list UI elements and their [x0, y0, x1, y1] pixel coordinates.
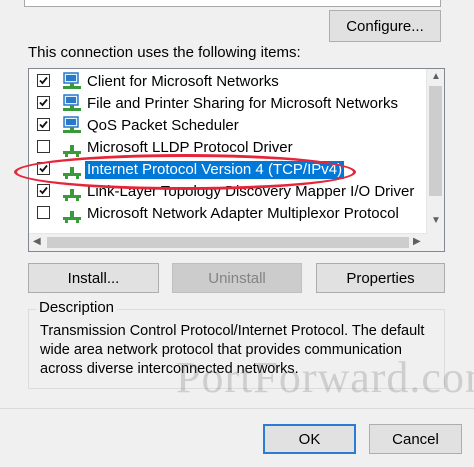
scroll-left-icon[interactable]: ◀ — [33, 237, 41, 247]
description-text: Transmission Control Protocol/Internet P… — [40, 323, 425, 377]
item-checkbox[interactable] — [37, 96, 50, 109]
scroll-down-icon[interactable]: ▼ — [431, 216, 441, 226]
cancel-button[interactable]: Cancel — [369, 424, 462, 454]
item-checkbox[interactable] — [37, 162, 50, 175]
list-item[interactable]: Internet Protocol Version 4 (TCP/IPv4) — [29, 159, 425, 181]
description-title: Description — [36, 299, 118, 316]
network-protocol-icon — [61, 138, 83, 157]
ok-button[interactable]: OK — [263, 424, 356, 454]
connect-using-field — [24, 0, 441, 7]
network-protocol-icon — [61, 182, 83, 201]
checkmark-icon — [39, 186, 48, 195]
item-label: Client for Microsoft Networks — [87, 73, 279, 90]
network-service-icon — [61, 94, 83, 113]
item-checkbox[interactable] — [37, 118, 50, 131]
configure-button[interactable]: Configure... — [329, 10, 441, 42]
checkmark-icon — [39, 98, 48, 107]
item-label: Microsoft LLDP Protocol Driver — [87, 139, 293, 156]
list-item[interactable]: Microsoft LLDP Protocol Driver — [29, 137, 425, 159]
network-protocol-icon — [61, 204, 83, 223]
list-item[interactable]: Microsoft Network Adapter Multiplexor Pr… — [29, 203, 425, 225]
item-checkbox[interactable] — [37, 140, 50, 153]
network-service-icon — [61, 116, 83, 135]
horizontal-scrollbar[interactable]: ◀ ▶ — [29, 233, 427, 251]
item-label: Link-Layer Topology Discovery Mapper I/O… — [87, 183, 415, 200]
list-item[interactable]: QoS Packet Scheduler — [29, 115, 425, 137]
uninstall-button: Uninstall — [172, 263, 302, 293]
footer-separator — [0, 408, 474, 409]
scroll-up-icon[interactable]: ▲ — [431, 72, 441, 82]
scroll-right-icon[interactable]: ▶ — [413, 237, 421, 247]
item-label: Internet Protocol Version 4 (TCP/IPv4) — [85, 161, 345, 179]
list-item[interactable]: Link-Layer Topology Discovery Mapper I/O… — [29, 181, 425, 203]
checkmark-icon — [39, 120, 48, 129]
install-button[interactable]: Install... — [28, 263, 159, 293]
horizontal-scroll-thumb[interactable] — [47, 237, 409, 248]
vertical-scroll-thumb[interactable] — [429, 86, 442, 196]
properties-button[interactable]: Properties — [316, 263, 445, 293]
list-item[interactable]: File and Printer Sharing for Microsoft N… — [29, 93, 425, 115]
item-checkbox[interactable] — [37, 184, 50, 197]
list-item[interactable]: Client for Microsoft Networks — [29, 71, 425, 93]
item-label: Microsoft Network Adapter Multiplexor Pr… — [87, 205, 399, 222]
items-listbox[interactable]: Client for Microsoft Networks File and Pr… — [28, 68, 445, 252]
checkmark-icon — [39, 76, 48, 85]
item-checkbox[interactable] — [37, 74, 50, 87]
items-label: This connection uses the following items… — [28, 44, 301, 61]
item-checkbox[interactable] — [37, 206, 50, 219]
item-label: QoS Packet Scheduler — [87, 117, 239, 134]
network-protocol-icon — [61, 160, 83, 179]
item-label: File and Printer Sharing for Microsoft N… — [87, 95, 398, 112]
scrollbar-corner — [427, 234, 444, 251]
network-client-icon — [61, 72, 83, 91]
checkmark-icon — [39, 164, 48, 173]
vertical-scrollbar[interactable]: ▲ ▼ — [426, 69, 444, 234]
